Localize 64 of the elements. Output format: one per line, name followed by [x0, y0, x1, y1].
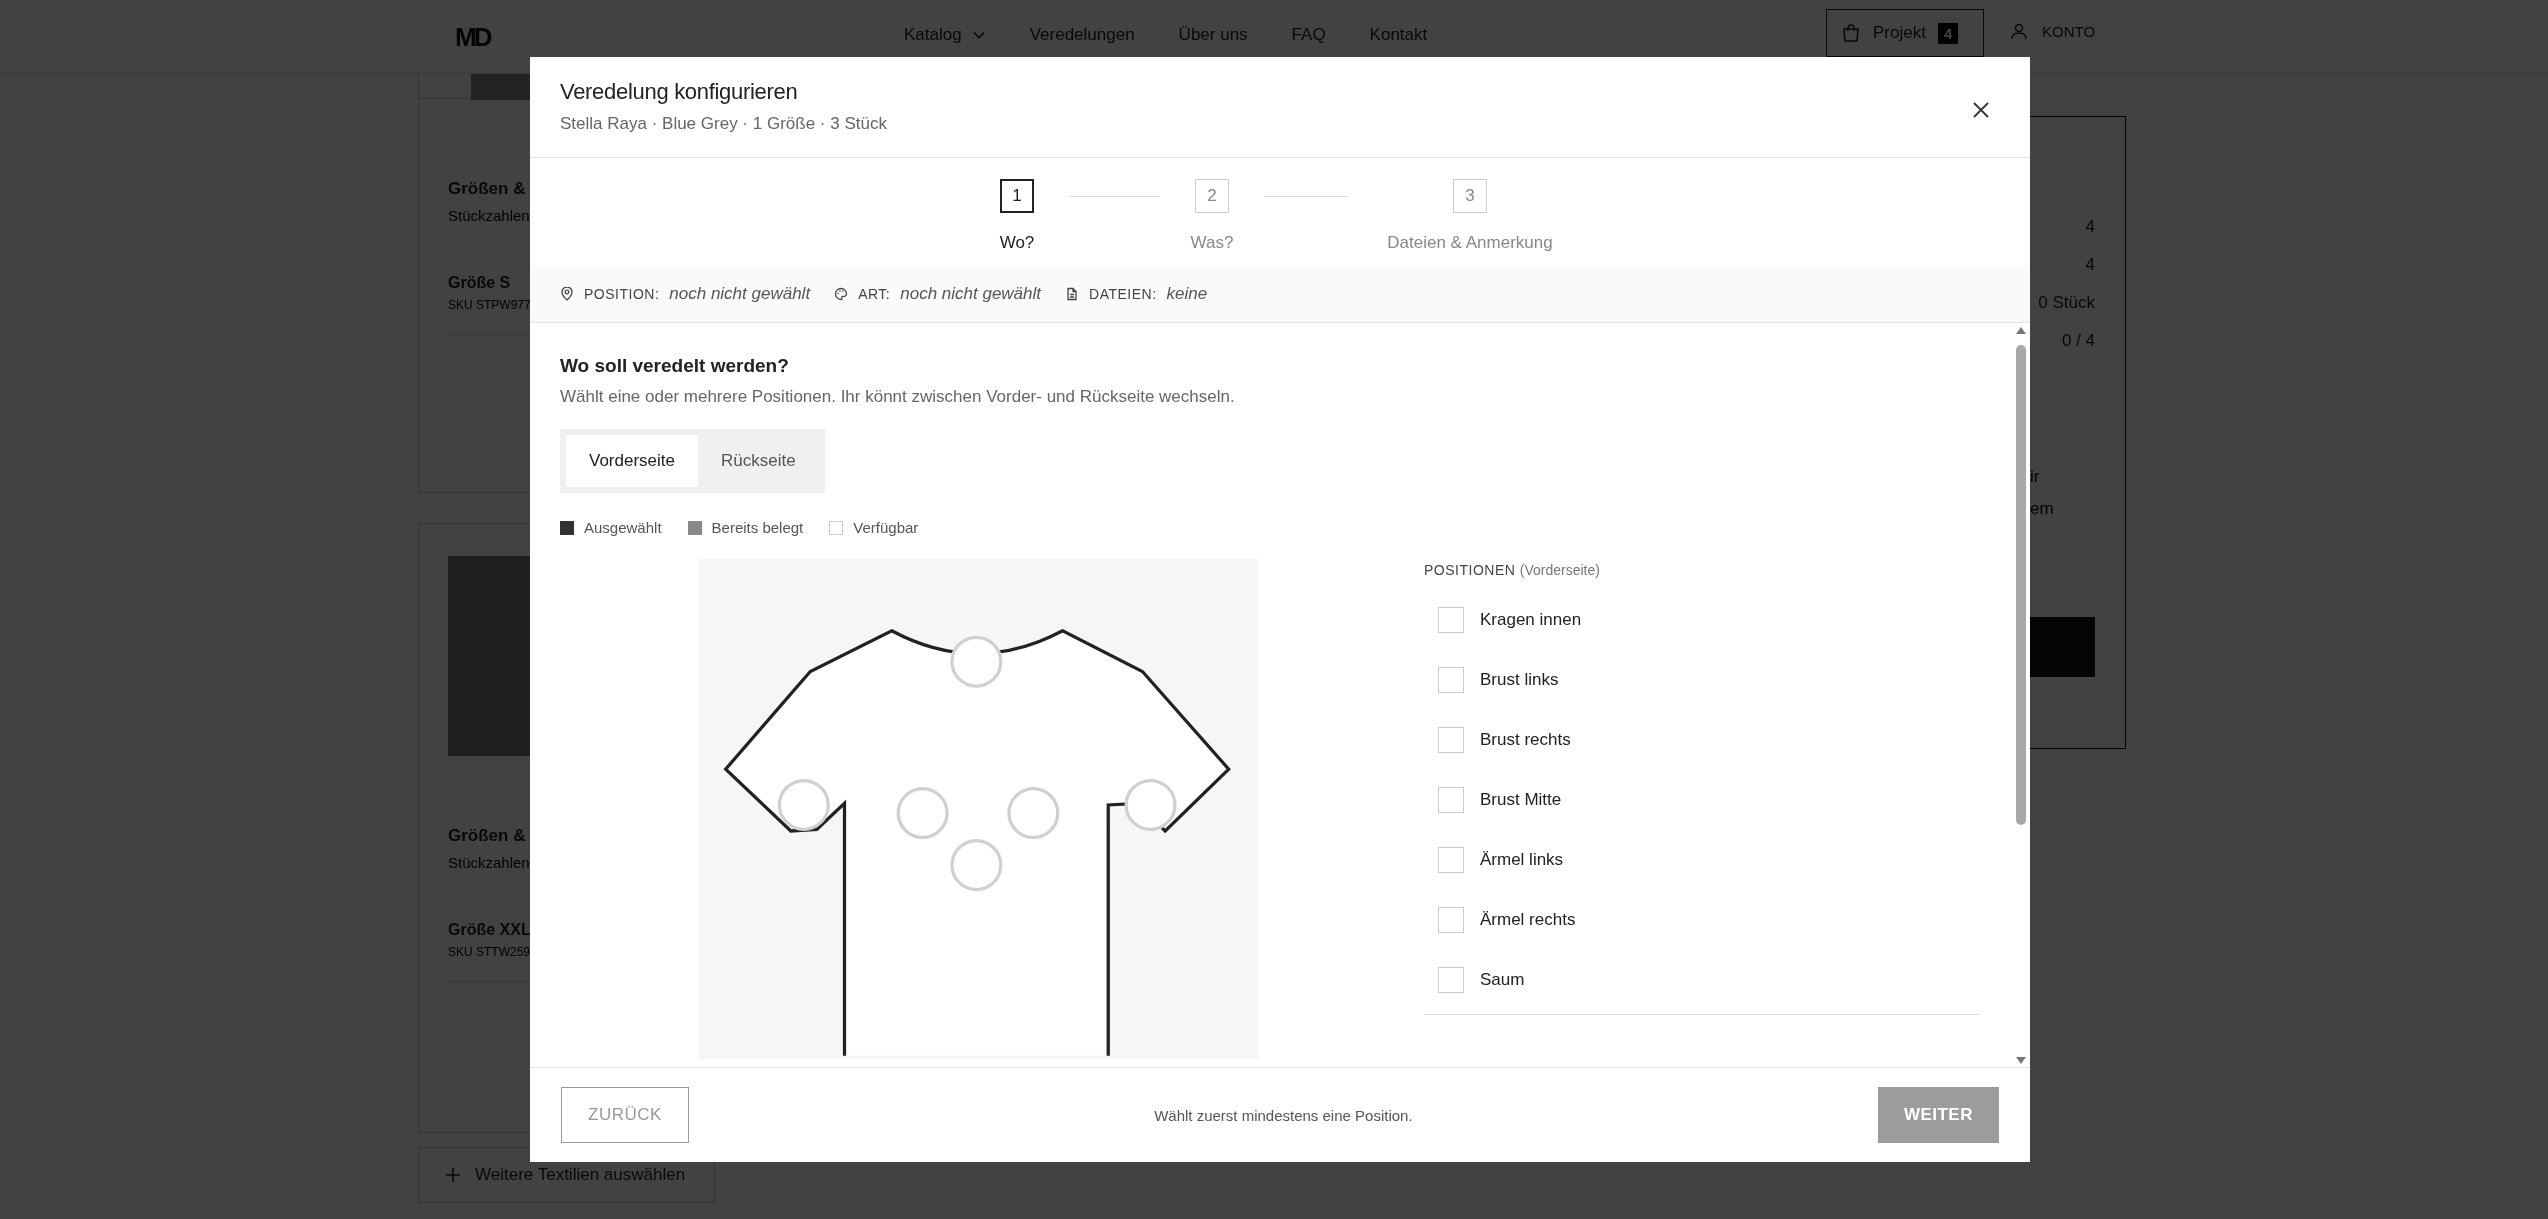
legend-swatch — [560, 520, 574, 535]
legend-label: Verfügbar — [853, 519, 919, 536]
note-text: ir — [2030, 467, 2040, 487]
step-number: 1 — [1000, 179, 1034, 213]
step-number: 2 — [1195, 179, 1229, 213]
summary-value: keine — [1166, 284, 1208, 304]
document-icon — [1065, 287, 1080, 301]
section-heading: Wo soll veredelt werden? — [560, 355, 790, 377]
summary-value: 4 — [2085, 217, 2095, 237]
palette-icon — [834, 287, 849, 301]
summary-label: DATEIEN: — [1089, 286, 1157, 302]
summary-value: 0 / 4 — [2061, 331, 2095, 351]
position-option[interactable]: Saum — [1424, 950, 1980, 1010]
position-marker[interactable] — [950, 635, 1003, 688]
legend-label: Ausgewählt — [584, 519, 662, 536]
dialog-title: Veredelung konfigurieren — [560, 79, 799, 105]
dialog-subtitle: Stella Raya · Blue Grey · 1 Größe · 3 Stück — [560, 114, 888, 134]
legend-swatch — [687, 520, 702, 535]
summary-value: 4 — [2085, 255, 2095, 275]
position-option[interactable]: Brust links — [1424, 650, 1980, 710]
position-marker[interactable] — [896, 787, 949, 840]
section-subheading: Stückzahlen — [448, 854, 531, 871]
summary-label: ART: — [858, 286, 891, 302]
step-number: 3 — [1453, 179, 1487, 213]
close-icon — [1972, 101, 1990, 119]
position-marker[interactable] — [950, 839, 1003, 892]
position-option[interactable]: Brust rechts — [1424, 710, 1980, 770]
position-option[interactable]: Ärmel links — [1424, 830, 1980, 890]
checkbox[interactable] — [1438, 967, 1464, 993]
sku-text: SKU STTW259 — [448, 945, 532, 959]
position-option[interactable]: Kragen innen — [1424, 590, 1980, 650]
close-button[interactable] — [1972, 101, 1990, 119]
summary-value: noch nicht gewählt — [900, 284, 1042, 304]
summary-value: 0 Stück — [2038, 293, 2095, 313]
position-option[interactable]: Brust Mitte — [1424, 770, 1980, 830]
sku-text: SKU STPW977 — [448, 298, 532, 312]
checkbox[interactable] — [1438, 907, 1464, 933]
step-label: Dateien & Anmerkung — [1387, 233, 1553, 253]
checkbox[interactable] — [1438, 847, 1464, 873]
section-heading: Größen & — [448, 179, 527, 199]
note-text: em — [2030, 499, 2054, 519]
instruction-text: Wählt eine oder mehrere Positionen. Ihr könnt zwischen Vorder- und Rückseite wechseln. — [560, 387, 1236, 407]
section-heading: Größen & — [448, 826, 527, 846]
checkbox[interactable] — [1438, 667, 1464, 693]
legend-label: Bereits belegt — [711, 519, 804, 536]
checkbox[interactable] — [1438, 607, 1464, 633]
checkbox[interactable] — [1438, 727, 1464, 753]
side-tab[interactable]: Vorderseite — [566, 435, 698, 487]
summary-value: noch nicht gewählt — [669, 284, 811, 304]
status-message: Wählt zuerst mindestens eine Position. — [1154, 1106, 1413, 1124]
position-option[interactable]: Ärmel rechts — [1424, 890, 1980, 950]
pin-icon — [560, 287, 574, 301]
position-marker[interactable] — [777, 778, 830, 831]
summary-label: POSITION: — [584, 286, 660, 302]
size-label: Größe XXL — [448, 921, 532, 939]
section-subheading: Stückzahlen — [448, 207, 531, 224]
step-label: Wo? — [999, 233, 1035, 253]
positions-heading: POSITIONEN (Vorderseite) — [1424, 562, 1601, 578]
legend-swatch — [829, 520, 844, 535]
position-marker[interactable] — [1007, 787, 1060, 840]
checkbox[interactable] — [1438, 787, 1464, 813]
side-tab[interactable]: Rückseite — [698, 435, 819, 487]
size-label: Größe S — [448, 274, 512, 292]
step-label: Was? — [1190, 233, 1234, 253]
